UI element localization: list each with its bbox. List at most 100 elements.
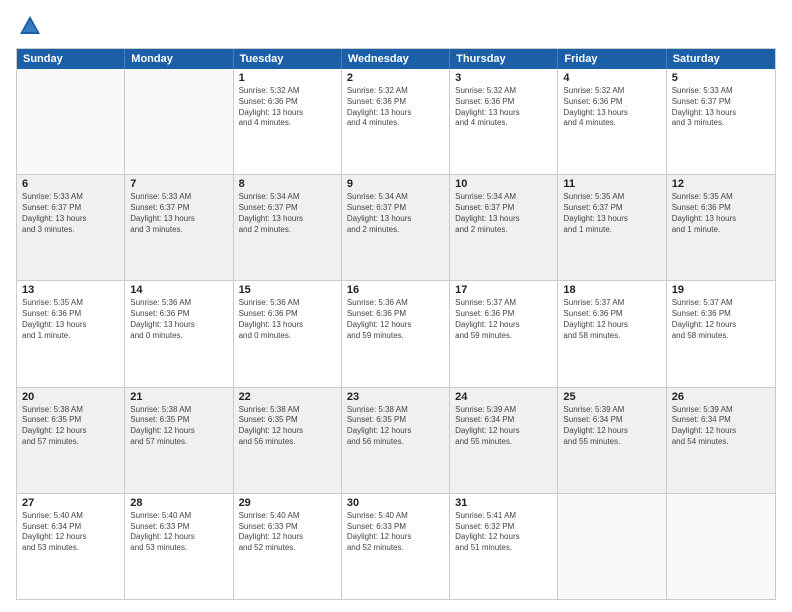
day-number: 31	[455, 497, 552, 509]
calendar-cell: 26 Sunrise: 5:39 AM Sunset: 6:34 PM Dayli…	[667, 388, 775, 493]
day-number: 13	[22, 284, 119, 296]
day-number: 1	[239, 72, 336, 84]
calendar-cell: 16Sunrise: 5:36 AM Sunset: 6:36 PM Dayli…	[342, 281, 450, 386]
calendar-cell: 29Sunrise: 5:40 AM Sunset: 6:33 PM Dayli…	[234, 494, 342, 599]
day-info: Sunrise: 5:36 AM Sunset: 6:36 PM Dayligh…	[347, 298, 444, 341]
calendar-cell: 20Sunrise: 5:38 AM Sunset: 6:35 PM Dayli…	[17, 388, 125, 493]
calendar-row-2: 6 Sunrise: 5:33 AM Sunset: 6:37 PM Daylig…	[17, 174, 775, 280]
logo-icon	[16, 12, 44, 40]
calendar-row-5: 27 Sunrise: 5:40 AM Sunset: 6:34 PM Dayli…	[17, 493, 775, 599]
header-day-monday: Monday	[125, 49, 233, 69]
calendar-cell: 31Sunrise: 5:41 AM Sunset: 6:32 PM Dayli…	[450, 494, 558, 599]
header-day-sunday: Sunday	[17, 49, 125, 69]
day-number: 29	[239, 497, 336, 509]
day-info: Sunrise: 5:35 AM Sunset: 6:36 PM Dayligh…	[672, 192, 770, 235]
day-number: 9	[347, 178, 444, 190]
day-info: Sunrise: 5:40 AM Sunset: 6:33 PM Dayligh…	[130, 511, 227, 554]
day-number: 25	[563, 391, 660, 403]
header-day-wednesday: Wednesday	[342, 49, 450, 69]
day-info: Sunrise: 5:38 AM Sunset: 6:35 PM Dayligh…	[22, 405, 119, 448]
calendar-cell: 2Sunrise: 5:32 AM Sunset: 6:36 PM Daylig…	[342, 69, 450, 174]
calendar-cell: 3 Sunrise: 5:32 AM Sunset: 6:36 PM Daylig…	[450, 69, 558, 174]
day-info: Sunrise: 5:32 AM Sunset: 6:36 PM Dayligh…	[563, 86, 660, 129]
calendar-cell: 23 Sunrise: 5:38 AM Sunset: 6:35 PM Dayli…	[342, 388, 450, 493]
day-info: Sunrise: 5:38 AM Sunset: 6:35 PM Dayligh…	[239, 405, 336, 448]
day-number: 2	[347, 72, 444, 84]
day-info: Sunrise: 5:36 AM Sunset: 6:36 PM Dayligh…	[130, 298, 227, 341]
calendar-cell: 13 Sunrise: 5:35 AM Sunset: 6:36 PM Dayli…	[17, 281, 125, 386]
calendar-cell	[17, 69, 125, 174]
calendar-cell	[667, 494, 775, 599]
day-number: 21	[130, 391, 227, 403]
day-number: 8	[239, 178, 336, 190]
header-day-saturday: Saturday	[667, 49, 775, 69]
day-number: 7	[130, 178, 227, 190]
calendar-cell: 24Sunrise: 5:39 AM Sunset: 6:34 PM Dayli…	[450, 388, 558, 493]
calendar-cell: 28 Sunrise: 5:40 AM Sunset: 6:33 PM Dayli…	[125, 494, 233, 599]
day-info: Sunrise: 5:35 AM Sunset: 6:36 PM Dayligh…	[22, 298, 119, 341]
calendar-cell: 27 Sunrise: 5:40 AM Sunset: 6:34 PM Dayli…	[17, 494, 125, 599]
calendar-cell: 25 Sunrise: 5:39 AM Sunset: 6:34 PM Dayli…	[558, 388, 666, 493]
day-info: Sunrise: 5:33 AM Sunset: 6:37 PM Dayligh…	[22, 192, 119, 235]
day-number: 27	[22, 497, 119, 509]
day-info: Sunrise: 5:33 AM Sunset: 6:37 PM Dayligh…	[672, 86, 770, 129]
header-day-tuesday: Tuesday	[234, 49, 342, 69]
day-number: 24	[455, 391, 552, 403]
calendar-cell	[558, 494, 666, 599]
day-info: Sunrise: 5:32 AM Sunset: 6:36 PM Dayligh…	[239, 86, 336, 129]
day-info: Sunrise: 5:39 AM Sunset: 6:34 PM Dayligh…	[563, 405, 660, 448]
day-info: Sunrise: 5:34 AM Sunset: 6:37 PM Dayligh…	[239, 192, 336, 235]
header-day-friday: Friday	[558, 49, 666, 69]
calendar-cell: 22 Sunrise: 5:38 AM Sunset: 6:35 PM Dayli…	[234, 388, 342, 493]
day-info: Sunrise: 5:38 AM Sunset: 6:35 PM Dayligh…	[130, 405, 227, 448]
calendar-cell: 10 Sunrise: 5:34 AM Sunset: 6:37 PM Dayli…	[450, 175, 558, 280]
day-number: 19	[672, 284, 770, 296]
calendar-cell: 9 Sunrise: 5:34 AM Sunset: 6:37 PM Daylig…	[342, 175, 450, 280]
logo	[16, 12, 48, 40]
calendar-row-3: 13 Sunrise: 5:35 AM Sunset: 6:36 PM Dayli…	[17, 280, 775, 386]
day-number: 14	[130, 284, 227, 296]
calendar-row-4: 20Sunrise: 5:38 AM Sunset: 6:35 PM Dayli…	[17, 387, 775, 493]
day-number: 10	[455, 178, 552, 190]
calendar-body: 1 Sunrise: 5:32 AM Sunset: 6:36 PM Daylig…	[17, 69, 775, 599]
calendar-cell: 19Sunrise: 5:37 AM Sunset: 6:36 PM Dayli…	[667, 281, 775, 386]
calendar-cell: 15Sunrise: 5:36 AM Sunset: 6:36 PM Dayli…	[234, 281, 342, 386]
day-info: Sunrise: 5:34 AM Sunset: 6:37 PM Dayligh…	[455, 192, 552, 235]
day-number: 4	[563, 72, 660, 84]
day-number: 26	[672, 391, 770, 403]
calendar-cell: 6 Sunrise: 5:33 AM Sunset: 6:37 PM Daylig…	[17, 175, 125, 280]
day-info: Sunrise: 5:38 AM Sunset: 6:35 PM Dayligh…	[347, 405, 444, 448]
day-info: Sunrise: 5:33 AM Sunset: 6:37 PM Dayligh…	[130, 192, 227, 235]
day-number: 17	[455, 284, 552, 296]
calendar-cell: 17 Sunrise: 5:37 AM Sunset: 6:36 PM Dayli…	[450, 281, 558, 386]
day-number: 12	[672, 178, 770, 190]
day-info: Sunrise: 5:39 AM Sunset: 6:34 PM Dayligh…	[672, 405, 770, 448]
day-info: Sunrise: 5:32 AM Sunset: 6:36 PM Dayligh…	[455, 86, 552, 129]
header	[16, 12, 776, 40]
day-number: 30	[347, 497, 444, 509]
day-info: Sunrise: 5:40 AM Sunset: 6:34 PM Dayligh…	[22, 511, 119, 554]
calendar-cell: 11Sunrise: 5:35 AM Sunset: 6:37 PM Dayli…	[558, 175, 666, 280]
day-info: Sunrise: 5:37 AM Sunset: 6:36 PM Dayligh…	[563, 298, 660, 341]
day-number: 5	[672, 72, 770, 84]
day-number: 22	[239, 391, 336, 403]
calendar-header: SundayMondayTuesdayWednesdayThursdayFrid…	[17, 49, 775, 69]
day-info: Sunrise: 5:40 AM Sunset: 6:33 PM Dayligh…	[347, 511, 444, 554]
calendar-cell	[125, 69, 233, 174]
day-number: 3	[455, 72, 552, 84]
day-info: Sunrise: 5:34 AM Sunset: 6:37 PM Dayligh…	[347, 192, 444, 235]
day-info: Sunrise: 5:37 AM Sunset: 6:36 PM Dayligh…	[455, 298, 552, 341]
calendar-cell: 14 Sunrise: 5:36 AM Sunset: 6:36 PM Dayli…	[125, 281, 233, 386]
day-info: Sunrise: 5:36 AM Sunset: 6:36 PM Dayligh…	[239, 298, 336, 341]
calendar-cell: 5 Sunrise: 5:33 AM Sunset: 6:37 PM Daylig…	[667, 69, 775, 174]
calendar-cell: 1 Sunrise: 5:32 AM Sunset: 6:36 PM Daylig…	[234, 69, 342, 174]
day-number: 18	[563, 284, 660, 296]
header-day-thursday: Thursday	[450, 49, 558, 69]
calendar: SundayMondayTuesdayWednesdayThursdayFrid…	[16, 48, 776, 600]
calendar-cell: 12 Sunrise: 5:35 AM Sunset: 6:36 PM Dayli…	[667, 175, 775, 280]
day-number: 28	[130, 497, 227, 509]
day-number: 6	[22, 178, 119, 190]
calendar-cell: 18 Sunrise: 5:37 AM Sunset: 6:36 PM Dayli…	[558, 281, 666, 386]
calendar-cell: 8 Sunrise: 5:34 AM Sunset: 6:37 PM Daylig…	[234, 175, 342, 280]
day-number: 23	[347, 391, 444, 403]
